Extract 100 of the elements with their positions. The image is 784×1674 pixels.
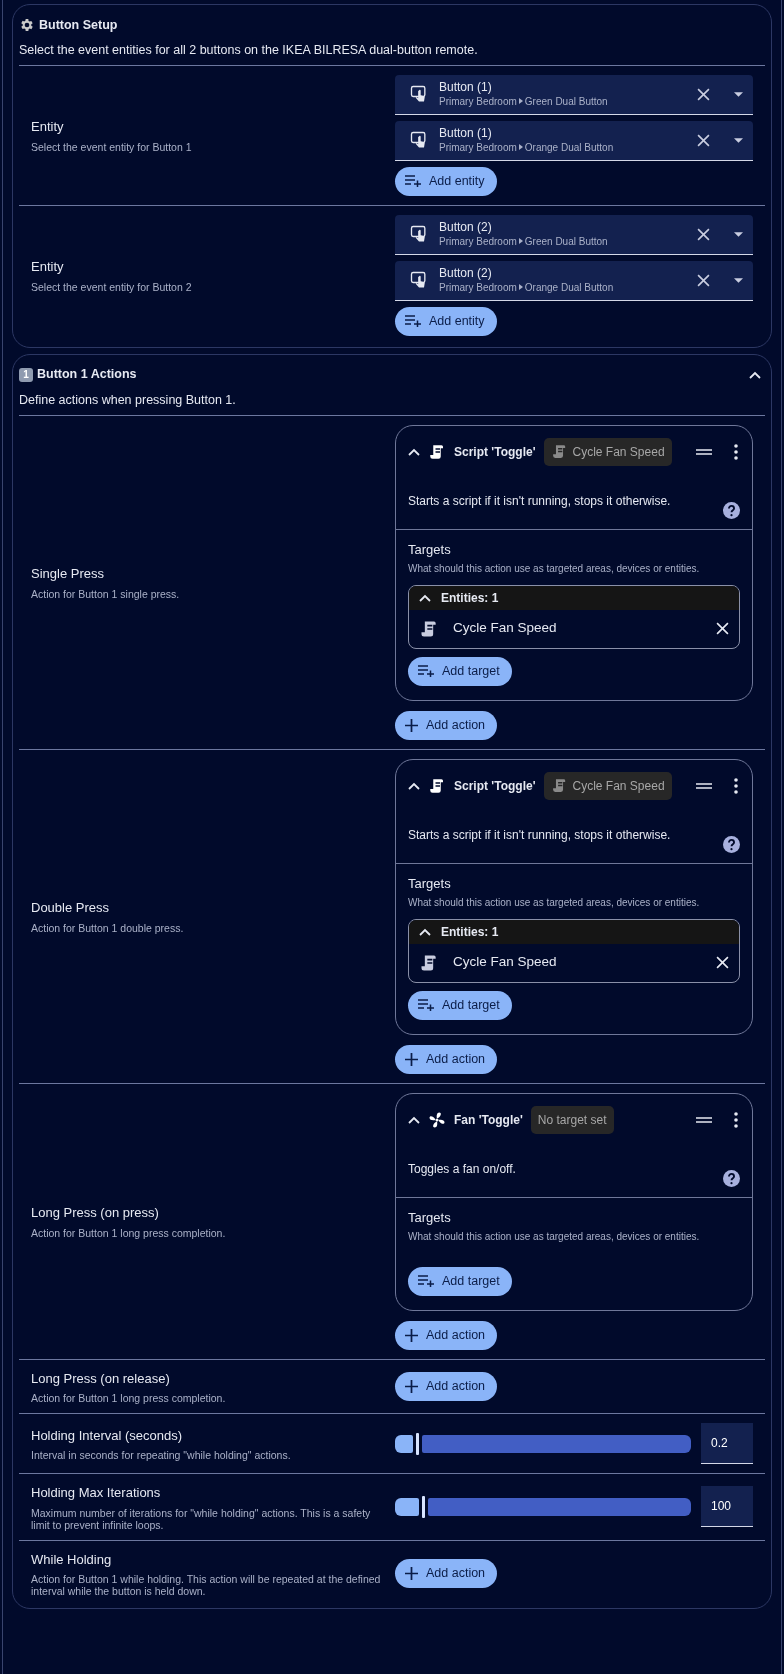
help-icon[interactable] <box>723 835 740 853</box>
chevron-icon <box>518 238 523 245</box>
collapse-icon[interactable] <box>408 447 420 456</box>
group-header: Entities: 1 <box>441 589 499 607</box>
playlist-add-icon <box>418 999 434 1011</box>
device-name: Green Dual Button <box>524 94 608 109</box>
entity-name: Button (1) <box>439 79 493 94</box>
field-label: Holding Max Iterations <box>31 1484 162 1503</box>
plus-icon <box>405 1328 418 1342</box>
add-button[interactable]: Add action <box>395 1371 498 1401</box>
entity-name: Button (1) <box>439 125 493 140</box>
collapse-icon[interactable] <box>749 370 761 379</box>
chevron-icon <box>518 284 523 291</box>
touch-icon <box>409 224 429 245</box>
device-name: Orange Dual Button <box>524 140 614 155</box>
field-label: Entity <box>31 258 65 277</box>
target-chip: No target set <box>530 1105 614 1134</box>
field-description: Action for Button 1 single press. <box>31 587 181 600</box>
field-description: Action for Button 1 long press completion. <box>31 1392 227 1405</box>
field-description: Interval in seconds for repeating "while holding" actions. <box>31 1449 292 1462</box>
drag-handle-icon[interactable] <box>696 1116 712 1123</box>
collapse-icon[interactable] <box>419 593 431 602</box>
field-description: Maximum number of iterations for "while holding" actions. This is a safety limit to prevent infinite loops. <box>31 1506 372 1531</box>
scroll-icon <box>428 776 446 795</box>
slider[interactable] <box>395 1497 691 1516</box>
close-icon[interactable] <box>697 227 710 241</box>
playlist-add-icon <box>405 175 421 188</box>
help-icon[interactable] <box>723 1169 740 1187</box>
targets-label: Targets <box>408 540 452 559</box>
targets-label: Targets <box>408 1208 452 1227</box>
add-button[interactable]: Add action <box>395 1559 498 1588</box>
add-button[interactable]: Add action <box>395 1320 498 1350</box>
entity-picker[interactable]: Button (1) Primary Bedroom Green Dual Button <box>395 74 753 115</box>
area-name: Primary Bedroom <box>439 280 517 295</box>
target-name: Cycle Fan Speed <box>453 953 558 972</box>
target-name: Cycle Fan Speed <box>453 619 558 638</box>
caret-icon[interactable] <box>734 231 743 237</box>
targets-hint: What should this action use as targeted areas, devices or entities. <box>408 1231 701 1243</box>
field-description: Action for Button 1 while holding. This action will be repeated at the defined interval while the button is held down. <box>31 1573 382 1598</box>
close-icon[interactable] <box>697 87 710 101</box>
number-field[interactable]: 0.2 <box>701 1423 753 1465</box>
slider-thumb[interactable] <box>415 1432 419 1455</box>
field-label: Long Press (on press) <box>31 1204 160 1223</box>
number-field[interactable]: 100 <box>701 1486 753 1528</box>
action-description: Starts a script if it isn't running, stops it otherwise. <box>408 826 672 844</box>
close-icon[interactable] <box>716 956 729 969</box>
plus-icon <box>405 1052 418 1066</box>
fan-icon <box>428 1110 446 1129</box>
close-icon[interactable] <box>697 273 710 287</box>
action-title: Fan 'Toggle' <box>454 1111 523 1129</box>
field-label: Holding Interval (seconds) <box>31 1426 184 1445</box>
help-icon[interactable] <box>723 501 740 519</box>
field-description: Select the event entity for Button 1 <box>31 140 193 154</box>
close-icon[interactable] <box>697 133 710 147</box>
field-description: Action for Button 1 double press. <box>31 921 185 934</box>
slider[interactable] <box>395 1434 691 1453</box>
area-name: Primary Bedroom <box>439 94 517 109</box>
drag-handle-icon[interactable] <box>696 782 712 789</box>
close-icon[interactable] <box>716 622 729 635</box>
add-button[interactable]: Add entity <box>395 166 497 196</box>
add-button[interactable]: Add entity <box>395 306 497 336</box>
caret-icon[interactable] <box>734 91 743 97</box>
scroll-icon <box>550 443 568 460</box>
add-button[interactable]: Add target <box>408 1266 512 1296</box>
add-button[interactable]: Add action <box>395 710 498 740</box>
section-title: Button Setup <box>39 16 119 34</box>
entity-picker[interactable]: Button (2) Primary Bedroom Orange Dual Button <box>395 260 753 301</box>
slider-thumb[interactable] <box>421 1495 425 1518</box>
more-icon[interactable] <box>734 777 738 794</box>
caret-icon[interactable] <box>734 137 743 143</box>
device-name: Orange Dual Button <box>524 280 614 295</box>
add-button[interactable]: Add action <box>395 1044 498 1074</box>
add-button[interactable]: Add target <box>408 990 512 1020</box>
field-label: Double Press <box>31 899 111 918</box>
section-description: Define actions when pressing Button 1. <box>19 384 765 416</box>
collapse-icon[interactable] <box>408 1115 420 1124</box>
field-description: Select the event entity for Button 2 <box>31 280 193 294</box>
caret-icon[interactable] <box>734 277 743 283</box>
field-description: Action for Button 1 long press completion. <box>31 1226 227 1239</box>
entity-picker[interactable]: Button (2) Primary Bedroom Green Dual Button <box>395 214 753 255</box>
action-description: Toggles a fan on/off. <box>408 1160 517 1178</box>
chevron-icon <box>518 98 523 105</box>
touch-icon <box>409 270 429 291</box>
device-name: Green Dual Button <box>524 234 608 249</box>
entity-name: Button (2) <box>439 219 493 234</box>
section-title: Button 1 Actions <box>37 366 138 384</box>
more-icon[interactable] <box>734 1111 738 1128</box>
entity-picker[interactable]: Button (1) Primary Bedroom Orange Dual Button <box>395 120 753 161</box>
field-label: Long Press (on release) <box>31 1369 171 1388</box>
plus-icon <box>405 1379 418 1393</box>
gear-icon <box>19 17 35 33</box>
drag-handle-icon[interactable] <box>696 448 712 455</box>
more-icon[interactable] <box>734 443 738 460</box>
collapse-icon[interactable] <box>408 781 420 790</box>
plus-icon <box>405 718 418 732</box>
section-description: Select the event entities for all 2 buttons on the IKEA BILRESA dual-button remote. <box>19 35 765 66</box>
action-description: Starts a script if it isn't running, stops it otherwise. <box>408 492 672 510</box>
collapse-icon[interactable] <box>419 927 431 936</box>
chip-label: Cycle Fan Speed <box>572 443 665 461</box>
add-button[interactable]: Add target <box>408 656 512 686</box>
